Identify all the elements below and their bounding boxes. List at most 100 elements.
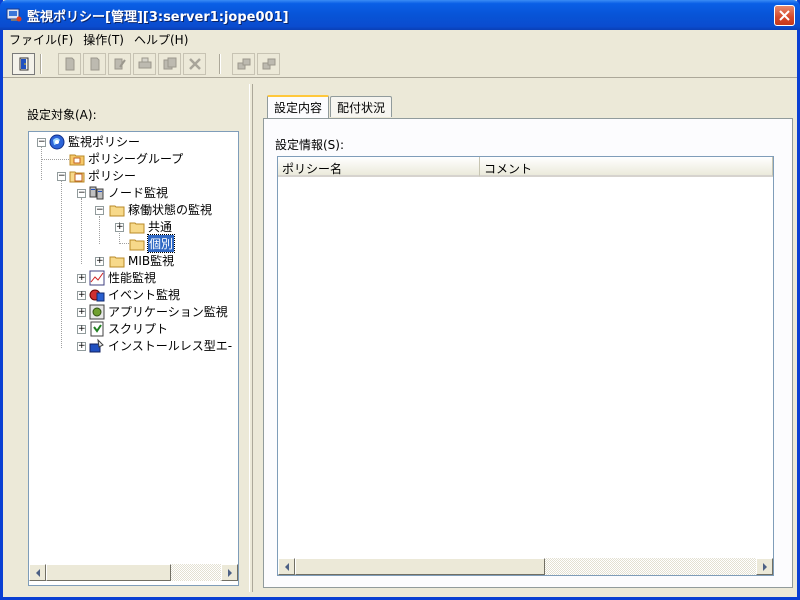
duplicate-icon <box>163 57 176 70</box>
tree-expander-script[interactable]: + <box>77 325 86 334</box>
tree-expander-installless[interactable]: + <box>77 342 86 351</box>
application-icon <box>89 304 105 319</box>
policy-tree[interactable]: − 監視ポリシー ポリシーグループ − ポリシー − ノード監視 − 稼働状態の… <box>28 131 239 586</box>
toolbar-button-duplicate[interactable] <box>158 53 181 75</box>
toolbar-button-new[interactable] <box>58 53 81 75</box>
arrow-right-icon <box>762 562 767 571</box>
tree-node-perf-monitor[interactable]: 性能監視 <box>89 269 156 286</box>
tree-label: ポリシーグループ <box>88 152 184 166</box>
tree-node-common[interactable]: 共通 <box>129 218 172 235</box>
scroll-track[interactable] <box>545 558 756 575</box>
toolbar-button-collect[interactable] <box>257 53 280 75</box>
arrow-right-icon <box>227 568 232 577</box>
toolbar-button-exit[interactable] <box>12 53 35 75</box>
scroll-thumb[interactable] <box>46 564 171 581</box>
folder-icon <box>129 222 145 233</box>
tree-expander-event-monitor[interactable]: + <box>77 291 86 300</box>
setting-target-label: 設定対象(A): <box>27 108 97 122</box>
tree-expander-app-monitor[interactable]: + <box>77 308 86 317</box>
toolbar-button-edit[interactable] <box>108 53 131 75</box>
policy-folder-icon <box>69 171 85 182</box>
tree-node-operation-monitor[interactable]: 稼働状態の監視 <box>109 201 212 218</box>
main-window: 監視ポリシー[管理][3:server1:jope001] ファイル(F) 操作… <box>0 0 800 600</box>
tree-node-mib-monitor[interactable]: MIB監視 <box>109 252 174 269</box>
folder-icon <box>129 239 145 250</box>
column-header-policy-name[interactable]: ポリシー名 <box>278 157 480 177</box>
title-bar[interactable]: 監視ポリシー[管理][3:server1:jope001] <box>0 0 800 30</box>
tree-line <box>99 216 100 244</box>
tree-label: スクリプト <box>108 322 169 336</box>
policy-group-icon <box>69 154 85 165</box>
tree-label: ノード監視 <box>108 186 169 200</box>
scroll-left-button[interactable] <box>278 558 295 575</box>
new-document-icon <box>65 57 74 71</box>
menu-help[interactable]: ヘルプ(H) <box>129 31 193 48</box>
tree-label: インストールレス型エ- <box>108 339 233 353</box>
toolbar-button-copy[interactable] <box>83 53 106 75</box>
tree-label: 監視ポリシー <box>68 135 141 149</box>
tree-node-policy-group[interactable]: ポリシーグループ <box>69 150 183 167</box>
tree-line <box>81 198 82 264</box>
list-header: ポリシー名 コメント <box>278 157 773 177</box>
tree-label: ポリシー <box>88 169 137 183</box>
tree-node-app-monitor[interactable]: アプリケーション監視 <box>89 303 228 320</box>
close-icon <box>779 10 790 21</box>
tree-expander-operation-monitor[interactable]: − <box>95 206 104 215</box>
tab-settings[interactable]: 設定内容 <box>267 95 330 118</box>
tab-distribution-status[interactable]: 配付状況 <box>330 96 393 117</box>
arrow-left-icon <box>35 568 40 577</box>
app-icon <box>6 8 22 22</box>
tree-expander-node-monitor[interactable]: − <box>77 189 86 198</box>
tree-expander-mib-monitor[interactable]: + <box>95 257 104 266</box>
setting-info-label: 設定情報(S): <box>275 138 345 152</box>
tree-node-event-monitor[interactable]: イベント監視 <box>89 286 180 303</box>
tree-node-node-monitor[interactable]: ノード監視 <box>89 184 168 201</box>
toolbar-separator <box>219 54 221 74</box>
tree-expander-root[interactable]: − <box>37 138 46 147</box>
tree-expander-common[interactable]: + <box>115 223 124 232</box>
folder-open-icon <box>109 205 125 216</box>
collect-icon <box>262 58 275 70</box>
tree-horizontal-scrollbar[interactable] <box>29 564 238 581</box>
tree-line <box>41 146 42 180</box>
close-button[interactable] <box>774 5 795 26</box>
tree-label: イベント監視 <box>108 288 181 302</box>
policy-list[interactable]: ポリシー名 コメント <box>277 156 774 576</box>
menu-operation[interactable]: 操作(T) <box>78 31 129 48</box>
tree-label-selected: 個別 <box>146 234 176 253</box>
distribute-icon <box>237 58 250 70</box>
toolbar-button-print[interactable] <box>133 53 156 75</box>
column-header-comment[interactable]: コメント <box>480 157 773 177</box>
scroll-thumb[interactable] <box>295 558 545 575</box>
toolbar-button-delete[interactable] <box>183 53 206 75</box>
toolbar-button-distribute[interactable] <box>232 53 255 75</box>
installless-agent-icon <box>89 338 104 352</box>
tree-label: 稼働状態の監視 <box>128 203 213 217</box>
tree-node-root[interactable]: 監視ポリシー <box>49 133 140 150</box>
tree-node-policy[interactable]: ポリシー <box>69 167 136 184</box>
event-icon <box>89 289 105 301</box>
window-title: 監視ポリシー[管理][3:server1:jope001] <box>27 10 289 25</box>
tree-label: 性能監視 <box>108 271 157 285</box>
pane-splitter[interactable] <box>249 84 253 592</box>
toolbar <box>3 50 797 78</box>
tree-line <box>61 180 62 348</box>
tree-node-individual[interactable]: 個別 <box>129 234 176 253</box>
menu-bar: ファイル(F) 操作(T) ヘルプ(H) <box>3 30 797 48</box>
tree-node-installless[interactable]: インストールレス型エ- <box>89 337 232 354</box>
menu-file[interactable]: ファイル(F) <box>3 31 78 48</box>
scroll-right-button[interactable] <box>756 558 773 575</box>
scroll-right-button[interactable] <box>221 564 238 581</box>
printer-icon <box>138 57 151 69</box>
tree-expander-policy[interactable]: − <box>57 172 66 181</box>
tree-label: アプリケーション監視 <box>108 305 228 319</box>
scroll-track[interactable] <box>171 564 221 581</box>
list-horizontal-scrollbar[interactable] <box>278 558 773 575</box>
tree-node-script[interactable]: スクリプト <box>89 320 168 337</box>
edit-document-icon <box>114 58 126 70</box>
scroll-left-button[interactable] <box>29 564 46 581</box>
tree-expander-perf-monitor[interactable]: + <box>77 274 86 283</box>
servers-icon <box>89 186 104 199</box>
delete-x-icon <box>188 58 201 70</box>
tree-line <box>41 159 69 160</box>
